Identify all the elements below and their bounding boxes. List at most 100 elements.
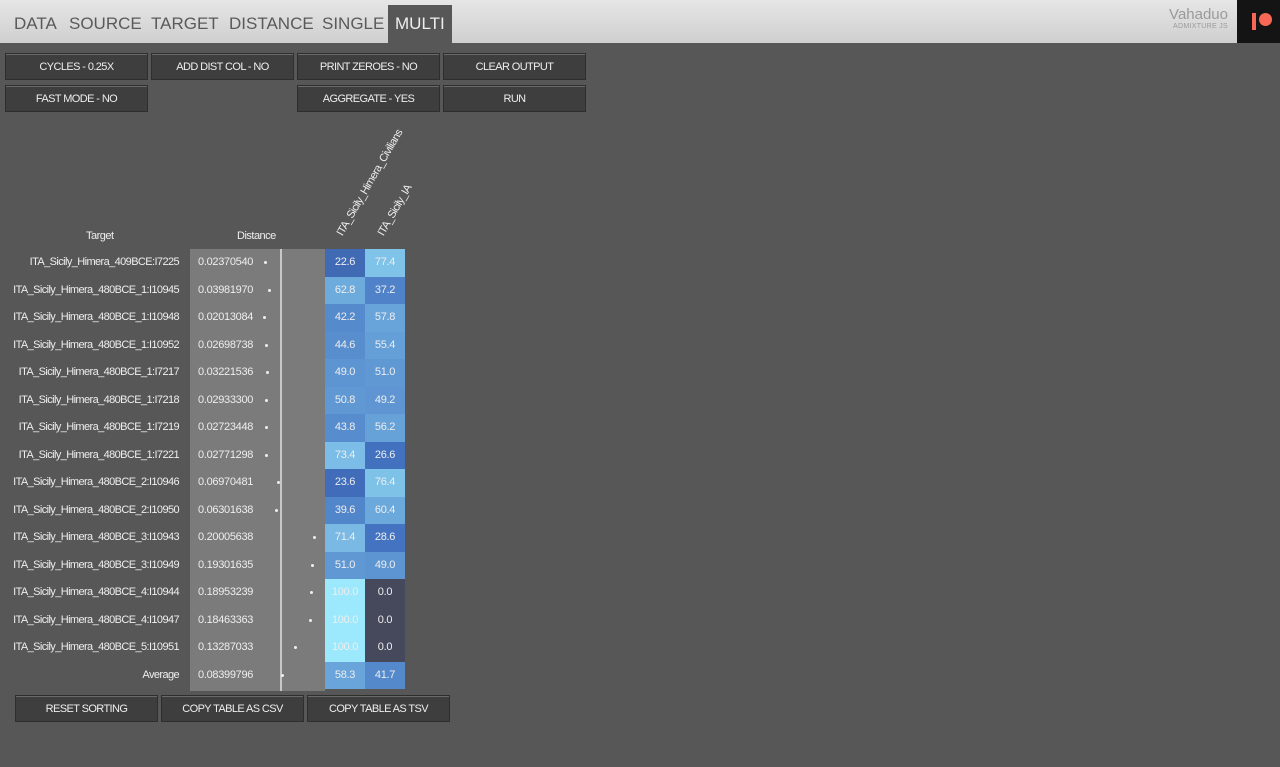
tab-distance[interactable]: DISTANCE [222,5,321,43]
column-header-distance[interactable]: Distance [237,230,276,242]
table-row: ITA_Sicily_Himera_480BCE_1:I7219 0.027234… [0,414,410,442]
distance-value: 0.02370540 [198,256,254,268]
copy-csv-button[interactable]: COPY TABLE AS CSV [161,695,304,722]
brand-subtitle: ADMIXTURE JS [1173,23,1228,30]
source-1-value: 71.4 [325,524,365,552]
patreon-button[interactable] [1237,0,1280,43]
source-2-value: 77.4 [365,249,405,277]
source-2-value: 76.4 [365,469,405,497]
table-row: ITA_Sicily_Himera_480BCE_1:I10948 0.02013… [0,304,410,332]
aggregate-button[interactable]: AGGREGATE - YES [297,85,440,112]
distance-marker [308,618,312,622]
distance-value: 0.20005638 [198,531,254,543]
source-1-value: 43.8 [325,414,365,442]
table-row: ITA_Sicily_Himera_480BCE_1:I10952 0.02698… [0,331,410,359]
source-1-value: 44.6 [325,331,365,359]
top-nav-bar: DATA SOURCE TARGET DISTANCE SINGLE MULTI… [0,0,1280,43]
source-1-value: 22.6 [325,249,365,277]
source-2-value: 55.4 [365,331,405,359]
source-2-value: 26.6 [365,441,405,469]
source-2-value: 41.7 [365,661,405,689]
add-dist-col-button[interactable]: ADD DIST COL - NO [151,53,294,80]
distance-marker [264,343,268,347]
distance-marker [313,536,316,539]
distance-marker [280,673,284,677]
distance-value: 0.03981970 [198,283,254,296]
clear-output-button[interactable]: CLEAR OUTPUT [443,53,586,80]
target-name: Average [142,668,179,681]
column-header-target[interactable]: Target [86,230,114,242]
distance-marker [263,261,267,264]
source-2-value: 51.0 [365,359,405,387]
target-name: ITA_Sicily_Himera_480BCE_3:I10943 [13,531,179,543]
distance-marker [276,481,280,484]
table-row: ITA_Sicily_Himera_480BCE_1:I10945 0.03981… [0,276,410,304]
source-1-value: 42.2 [325,304,365,332]
table-row: ITA_Sicily_Himera_480BCE_5:I10951 0.13287… [0,634,410,662]
tab-single[interactable]: SINGLE [315,5,391,43]
distance-marker [262,316,266,319]
column-header-source-2[interactable]: ITA_Sicily_IA [376,183,415,238]
distance-value: 0.06301638 [198,503,254,516]
target-name: ITA_Sicily_Himera_480BCE_2:I10946 [13,476,179,488]
target-name: ITA_Sicily_Himera_480BCE_1:I10952 [13,338,179,351]
target-name: ITA_Sicily_Himera_480BCE_1:I7221 [18,448,180,461]
target-name: ITA_Sicily_Himera_480BCE_1:I7219 [18,421,180,433]
distance-value: 0.02933300 [198,393,254,406]
source-1-value: 51.0 [325,551,365,579]
distance-value: 0.18953239 [198,586,254,598]
target-name: ITA_Sicily_Himera_480BCE_5:I10951 [13,641,179,653]
distance-value: 0.02723448 [198,421,254,433]
source-1-value: 62.8 [325,276,365,304]
distance-marker [264,426,268,429]
distance-value: 0.13287033 [198,641,254,653]
distance-marker [310,591,314,594]
fast-mode-button[interactable]: FAST MODE - NO [5,85,148,112]
table-row: ITA_Sicily_Himera_480BCE_3:I10949 0.19301… [0,551,410,579]
table-row: ITA_Sicily_Himera_480BCE_1:I7221 0.027712… [0,441,410,469]
run-button[interactable]: RUN [443,85,586,112]
distance-marker [294,646,298,649]
target-name: ITA_Sicily_Himera_480BCE_2:I10950 [13,503,179,516]
print-zeroes-button[interactable]: PRINT ZEROES - NO [297,53,440,80]
target-name: ITA_Sicily_Himera_480BCE_1:I7217 [18,366,180,378]
tab-multi[interactable]: MULTI [388,5,452,43]
cycles-button[interactable]: CYCLES - 0.25X [5,53,148,80]
source-2-value: 57.8 [365,304,405,332]
distance-value: 0.08399796 [198,668,254,681]
distance-value: 0.02771298 [198,448,254,461]
distance-marker [266,371,269,374]
distance-value: 0.18463363 [198,613,254,626]
table-row: ITA_Sicily_Himera_480BCE_4:I10944 0.18953… [0,579,410,607]
source-2-value: 49.2 [365,386,405,414]
target-name: ITA_Sicily_Himera_480BCE_4:I10944 [13,586,179,598]
brand-name: Vahaduo [1169,6,1228,23]
source-2-value: 49.0 [365,551,405,579]
tab-target[interactable]: TARGET [144,5,226,43]
source-2-value: 37.2 [365,276,405,304]
target-name: ITA_Sicily_Himera_480BCE_3:I10949 [13,558,179,571]
tab-data[interactable]: DATA [7,5,64,43]
table-row: ITA_Sicily_Himera_480BCE_2:I10950 0.06301… [0,496,410,524]
source-2-value: 0.0 [365,579,405,607]
source-2-value: 0.0 [365,606,405,634]
distance-marker [274,508,278,512]
tab-source[interactable]: SOURCE [62,5,149,43]
target-name: ITA_Sicily_Himera_480BCE_4:I10947 [13,613,179,626]
distance-value: 0.19301635 [198,558,254,571]
source-1-value: 100.0 [325,579,365,607]
target-name: ITA_Sicily_Himera_480BCE_1:I7218 [18,393,180,406]
distance-value: 0.03221536 [198,366,254,378]
distance-marker [268,288,272,292]
target-name: ITA_Sicily_Himera_480BCE_1:I10945 [13,283,179,296]
table-row: ITA_Sicily_Himera_480BCE_4:I10947 0.18463… [0,606,410,634]
table-row: ITA_Sicily_Himera_480BCE_1:I7218 0.029333… [0,386,410,414]
reset-sorting-button[interactable]: RESET SORTING [15,695,158,722]
brand: Vahaduo ADMIXTURE JS [1169,6,1228,30]
copy-tsv-button[interactable]: COPY TABLE AS TSV [307,695,450,722]
source-1-value: 100.0 [325,606,365,634]
target-name: ITA_Sicily_Himera_480BCE_1:I10948 [13,311,179,323]
source-2-value: 56.2 [365,414,405,442]
table-row: ITA_Sicily_Himera_480BCE_3:I10943 0.20005… [0,524,410,552]
source-2-value: 60.4 [365,496,405,524]
